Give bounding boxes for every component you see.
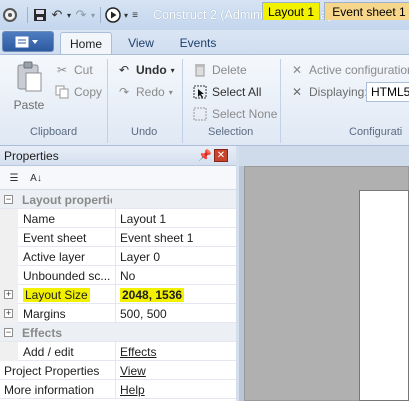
undo-label: Undo bbox=[136, 63, 167, 77]
layout-page[interactable] bbox=[359, 190, 409, 401]
cut-label: Cut bbox=[74, 63, 93, 77]
property-row-active-layer[interactable]: Active layer Layer 0 bbox=[0, 247, 236, 266]
undo-icon[interactable]: ↶ bbox=[49, 5, 65, 25]
ribbon-tab-row: Home View Events bbox=[0, 30, 409, 54]
copy-button[interactable]: Copy bbox=[54, 84, 102, 100]
tab-event-sheet-1[interactable]: Event sheet 1 bbox=[324, 2, 409, 20]
pin-icon[interactable]: 📌 bbox=[198, 149, 212, 162]
clipboard-group-label: Clipboard bbox=[30, 126, 78, 138]
paste-icon bbox=[14, 61, 44, 96]
property-row-project-properties[interactable]: Project Properties View bbox=[0, 361, 236, 380]
redo-button[interactable]: ↷ Redo ▾ bbox=[116, 84, 173, 100]
active-configuration-button[interactable]: ✕ Active configuration bbox=[289, 62, 409, 78]
effects-link[interactable]: Effects bbox=[120, 345, 156, 359]
undo-group-label: Undo bbox=[131, 126, 158, 138]
tools-icon: ✕ bbox=[291, 85, 303, 99]
view-link[interactable]: View bbox=[120, 364, 146, 378]
active-configuration-label: Active configuration bbox=[309, 63, 409, 77]
copy-label: Copy bbox=[74, 85, 103, 99]
chevron-down-icon: ▾ bbox=[170, 65, 175, 75]
delete-label: Delete bbox=[212, 63, 247, 77]
displaying-label-row: ✕ Displaying: bbox=[289, 84, 368, 100]
undo-button[interactable]: ↶ Undo ▾ bbox=[116, 62, 175, 78]
displaying-combo[interactable]: HTML5 bbox=[366, 82, 409, 102]
select-none-icon bbox=[192, 106, 208, 122]
select-all-button[interactable]: Select All bbox=[192, 84, 261, 100]
app-gear-icon[interactable] bbox=[0, 5, 20, 25]
paste-label: Paste bbox=[13, 98, 45, 112]
collapse-icon[interactable]: − bbox=[4, 328, 13, 337]
run-layout-icon[interactable] bbox=[104, 5, 122, 25]
properties-grid: − Layout properties Name Layout 1 Event … bbox=[0, 190, 236, 399]
property-row-name[interactable]: Name Layout 1 bbox=[0, 209, 236, 228]
dropdown-arrow-icon[interactable]: ▾ bbox=[89, 5, 97, 25]
app-menu-button[interactable] bbox=[2, 31, 54, 52]
displaying-label: Displaying: bbox=[309, 85, 368, 99]
expand-icon[interactable]: + bbox=[4, 309, 13, 318]
tab-events[interactable]: Events bbox=[170, 32, 226, 54]
property-row-event-sheet[interactable]: Event sheet Event sheet 1 bbox=[0, 228, 236, 247]
group-divider bbox=[280, 59, 281, 143]
expand-icon[interactable]: + bbox=[4, 290, 13, 299]
help-link[interactable]: Help bbox=[120, 383, 145, 397]
property-row-unbounded-scrolling[interactable]: Unbounded sc... No bbox=[0, 266, 236, 285]
separator bbox=[100, 7, 101, 23]
redo-arrow-icon: ↷ bbox=[118, 85, 130, 99]
categorized-icon[interactable]: ☰ bbox=[6, 170, 22, 186]
layout-size-value[interactable]: 2048, 1536 bbox=[120, 288, 185, 302]
select-all-icon bbox=[192, 84, 208, 100]
select-all-label: Select All bbox=[212, 85, 262, 99]
scissors-icon: ✂ bbox=[56, 63, 68, 77]
category-effects[interactable]: − Effects bbox=[0, 323, 236, 342]
properties-panel-header: Properties 📌 ✕ bbox=[0, 146, 236, 166]
redo-icon[interactable]: ↷ bbox=[73, 5, 89, 25]
separator bbox=[27, 7, 28, 23]
collapse-icon[interactable]: − bbox=[4, 195, 13, 204]
tools-icon: ✕ bbox=[291, 63, 303, 77]
quick-access-toolbar: ↶ ▾ ↷ ▾ ▾ ≡ bbox=[0, 0, 140, 30]
property-row-add-edit[interactable]: Add / edit Effects bbox=[0, 342, 236, 361]
tab-layout-1[interactable]: Layout 1 bbox=[262, 2, 320, 20]
sort-alpha-icon[interactable]: A↓ bbox=[28, 170, 44, 186]
cut-button[interactable]: ✂ Cut bbox=[54, 62, 93, 78]
category-layout-properties[interactable]: − Layout properties bbox=[0, 190, 236, 209]
close-icon[interactable]: ✕ bbox=[214, 149, 228, 162]
undo-arrow-icon: ↶ bbox=[118, 63, 130, 77]
category-label: Layout properties bbox=[22, 193, 112, 207]
paste-button[interactable]: Paste bbox=[12, 61, 46, 112]
configuration-group-label: Configurati bbox=[349, 126, 403, 138]
dropdown-arrow-icon[interactable]: ▾ bbox=[122, 5, 130, 25]
select-none-button[interactable]: Select None bbox=[192, 106, 277, 122]
property-row-layout-size[interactable]: + Layout Size 2048, 1536 bbox=[0, 285, 236, 304]
dropdown-arrow-icon[interactable]: ▾ bbox=[65, 5, 73, 25]
select-none-label: Select None bbox=[212, 107, 278, 121]
copy-icon bbox=[54, 84, 70, 100]
chevron-down-icon: ▾ bbox=[168, 87, 173, 97]
tab-view[interactable]: View bbox=[118, 32, 164, 54]
delete-button[interactable]: Delete bbox=[192, 62, 247, 78]
redo-label: Redo bbox=[136, 85, 165, 99]
group-divider bbox=[182, 59, 183, 143]
customize-qat-icon[interactable]: ≡ bbox=[130, 5, 140, 25]
ribbon: Paste ✂ Cut Copy Clipboard ↶ Undo ▾ ↷ Redo ▾ … bbox=[0, 54, 409, 146]
property-row-more-information[interactable]: More information Help bbox=[0, 380, 236, 399]
property-row-margins[interactable]: + Margins 500, 500 bbox=[0, 304, 236, 323]
document-tab-strip bbox=[239, 146, 409, 166]
tab-home[interactable]: Home bbox=[60, 32, 112, 54]
properties-title: Properties bbox=[4, 148, 59, 163]
properties-toolbar: ☰ A↓ bbox=[0, 166, 236, 190]
selection-group-label: Selection bbox=[208, 126, 254, 138]
layout-size-label: Layout Size bbox=[23, 288, 90, 302]
group-divider bbox=[107, 59, 108, 143]
trash-icon bbox=[192, 62, 208, 78]
save-icon[interactable] bbox=[31, 5, 49, 25]
